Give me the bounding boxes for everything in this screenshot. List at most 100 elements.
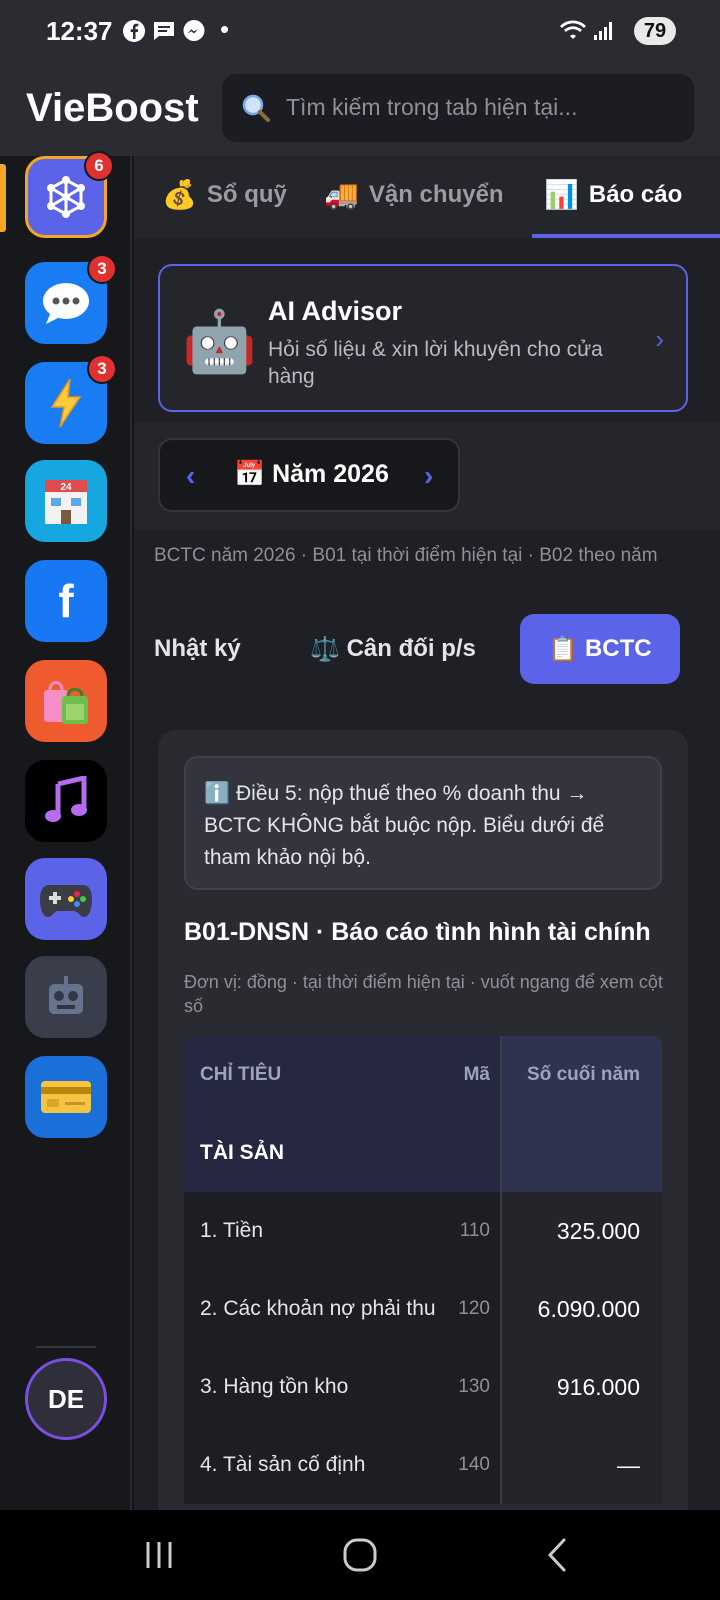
tab-bar: 💰 Sổ quỹ 🚚 Vận chuyển 📊 Báo cáo — [134, 156, 720, 238]
table-row: 1. Tiền 110 325.000 — [184, 1192, 662, 1270]
tab-bao-cao[interactable]: 📊 Báo cáo — [544, 178, 682, 211]
network-icon — [47, 176, 85, 218]
segment-label: BCTC — [584, 635, 652, 662]
row-name: 3. Hàng tồn kho — [200, 1375, 349, 1398]
report-panel: ℹ️ Điều 5: nộp thuế theo % doanh thu → B… — [158, 730, 688, 1510]
battery-level: 79 — [634, 17, 676, 45]
notification-badge: 3 — [87, 254, 117, 284]
notification-badge: 3 — [87, 354, 117, 384]
sidebar-app-games[interactable] — [25, 858, 107, 940]
row-code: 130 — [458, 1376, 490, 1397]
tab-label: Sổ quỹ — [206, 180, 287, 208]
messenger-notif-icon — [183, 20, 205, 41]
row-code: 140 — [458, 1454, 490, 1475]
gamepad-icon — [40, 885, 92, 917]
tab-label: Báo cáo — [588, 180, 683, 208]
app-header: VieBoost Tìm kiếm trong tab hiện tại... — [0, 60, 720, 156]
status-time: 12:37 — [46, 16, 113, 46]
bar-chart-icon: 📊 — [544, 179, 579, 210]
sidebar-app-shopping[interactable] — [25, 660, 107, 742]
sidebar-divider — [36, 1346, 96, 1348]
segment-label: Cân đối p/s — [346, 635, 476, 662]
table-header-row: CHỈ TIÊU Mã Số cuối năm — [184, 1036, 662, 1114]
report-title: B01-DNSN · Báo cáo tình hình tài chính — [184, 918, 651, 946]
segment-journal[interactable]: Nhật ký — [154, 614, 241, 684]
column-header-code: Mã — [463, 1064, 490, 1085]
ai-advisor-subtitle: Hỏi số liệu & xin lời khuyên cho cửa hàn… — [268, 338, 603, 388]
sidebar-app-messages[interactable]: 3 — [25, 254, 117, 344]
column-header-value: Số cuối năm — [527, 1064, 640, 1085]
row-value: 325.000 — [556, 1217, 640, 1244]
row-value: 916.000 — [556, 1373, 640, 1400]
recent-apps-icon[interactable] — [136, 1532, 182, 1578]
segment-balance[interactable]: ⚖️ Cân đối p/s — [310, 614, 476, 684]
ai-advisor-title: AI Advisor — [268, 296, 403, 326]
year-picker: ‹ 📅 Năm 2026 › — [158, 438, 460, 512]
info-notice: ℹ️ Điều 5: nộp thuế theo % doanh thu → B… — [184, 756, 662, 890]
notice-text: Điều 5: nộp thuế theo % doanh thu → BCTC… — [204, 782, 605, 869]
active-tab-underline — [532, 234, 720, 238]
ai-advisor-card[interactable]: 🤖 AI Advisor Hỏi số liệu & xin lời khuyê… — [158, 264, 688, 412]
active-indicator — [0, 164, 6, 232]
search-icon — [242, 94, 270, 122]
sidebar-app-music[interactable] — [25, 760, 107, 842]
row-value: — — [617, 1451, 640, 1478]
home-icon[interactable] — [337, 1532, 383, 1578]
tab-label: Vận chuyển — [368, 180, 504, 208]
wifi-icon — [560, 20, 586, 39]
report-period-subtitle: BCTC năm 2026 · B01 tại thời điểm hiện t… — [154, 545, 658, 566]
table-row: 2. Các khoản nợ phải thu 120 6.090.000 — [184, 1270, 662, 1348]
search-placeholder: Tìm kiếm trong tab hiện tại... — [286, 94, 578, 120]
row-value: 6.090.000 — [537, 1295, 640, 1322]
row-name: 2. Các khoản nợ phải thu — [200, 1297, 436, 1320]
system-nav-bar — [0, 1510, 720, 1600]
table-section-row: TÀI SẢN — [184, 1114, 662, 1192]
facebook-notif-icon — [123, 20, 145, 42]
clipboard-icon: 📋 — [548, 635, 579, 663]
truck-icon: 🚚 — [324, 179, 359, 210]
balance-table[interactable]: CHỈ TIÊU Mã Số cuối năm TÀI SẢN 1. Tiền … — [184, 1036, 662, 1504]
sidebar-app-hub[interactable]: 6 — [25, 151, 114, 238]
back-icon[interactable] — [536, 1532, 582, 1578]
chevron-right-icon: › — [655, 324, 664, 354]
robot-icon: 🤖 — [182, 308, 257, 375]
convenience-store-icon: 24 — [45, 480, 87, 524]
year-label: 📅 Năm 2026 — [234, 460, 389, 489]
app-sidebar: 6 3 3 24 f DE — [0, 151, 132, 1510]
shopping-bags-icon — [44, 681, 88, 724]
lightning-icon — [50, 378, 82, 428]
robot-icon — [49, 976, 83, 1014]
table-row: 3. Hàng tồn kho 130 916.000 — [184, 1348, 662, 1426]
unit-note: Đơn vị: đồng · tại thời điểm hiện tại · … — [184, 972, 663, 1016]
sidebar-app-store[interactable]: 24 — [25, 460, 107, 542]
main-content: 💰 Sổ quỹ 🚚 Vận chuyển 📊 Báo cáo 🤖 AI Adv… — [134, 156, 720, 1510]
row-name: 4. Tài sản cố định — [200, 1453, 366, 1476]
tab-van-chuyen[interactable]: 🚚 Vận chuyển — [324, 178, 504, 211]
row-code: 110 — [459, 1220, 490, 1241]
tab-so-quy[interactable]: 💰 Sổ quỹ — [162, 178, 287, 211]
sidebar-app-robot[interactable] — [25, 956, 107, 1038]
section-label: TÀI SẢN — [200, 1141, 284, 1164]
sidebar-app-payments[interactable] — [25, 1056, 107, 1138]
money-bag-icon: 💰 — [162, 179, 197, 210]
notification-dot: • — [220, 14, 230, 44]
user-avatar[interactable]: DE — [25, 1358, 107, 1440]
segment-label: Nhật ký — [154, 635, 241, 662]
app-brand: VieBoost — [26, 86, 199, 130]
sidebar-app-boost[interactable]: 3 — [25, 354, 117, 444]
message-notif-icon — [154, 22, 174, 40]
table-row: 4. Tài sản cố định 140 — — [184, 1426, 662, 1504]
facebook-icon: f — [58, 575, 74, 627]
prev-year-button[interactable]: ‹ — [186, 460, 195, 492]
svg-text:24: 24 — [60, 482, 72, 493]
chat-bubble-icon — [43, 283, 89, 324]
sidebar-app-facebook[interactable]: f — [25, 560, 107, 642]
year-text: Năm 2026 — [272, 460, 389, 488]
row-name: 1. Tiền — [200, 1219, 264, 1242]
notification-badge: 6 — [84, 151, 114, 181]
credit-card-icon — [41, 1081, 91, 1113]
segment-bctc[interactable]: 📋 BCTC — [520, 614, 680, 684]
music-note-icon — [45, 776, 87, 822]
next-year-button[interactable]: › — [424, 460, 433, 492]
search-input[interactable]: Tìm kiếm trong tab hiện tại... — [222, 74, 694, 142]
